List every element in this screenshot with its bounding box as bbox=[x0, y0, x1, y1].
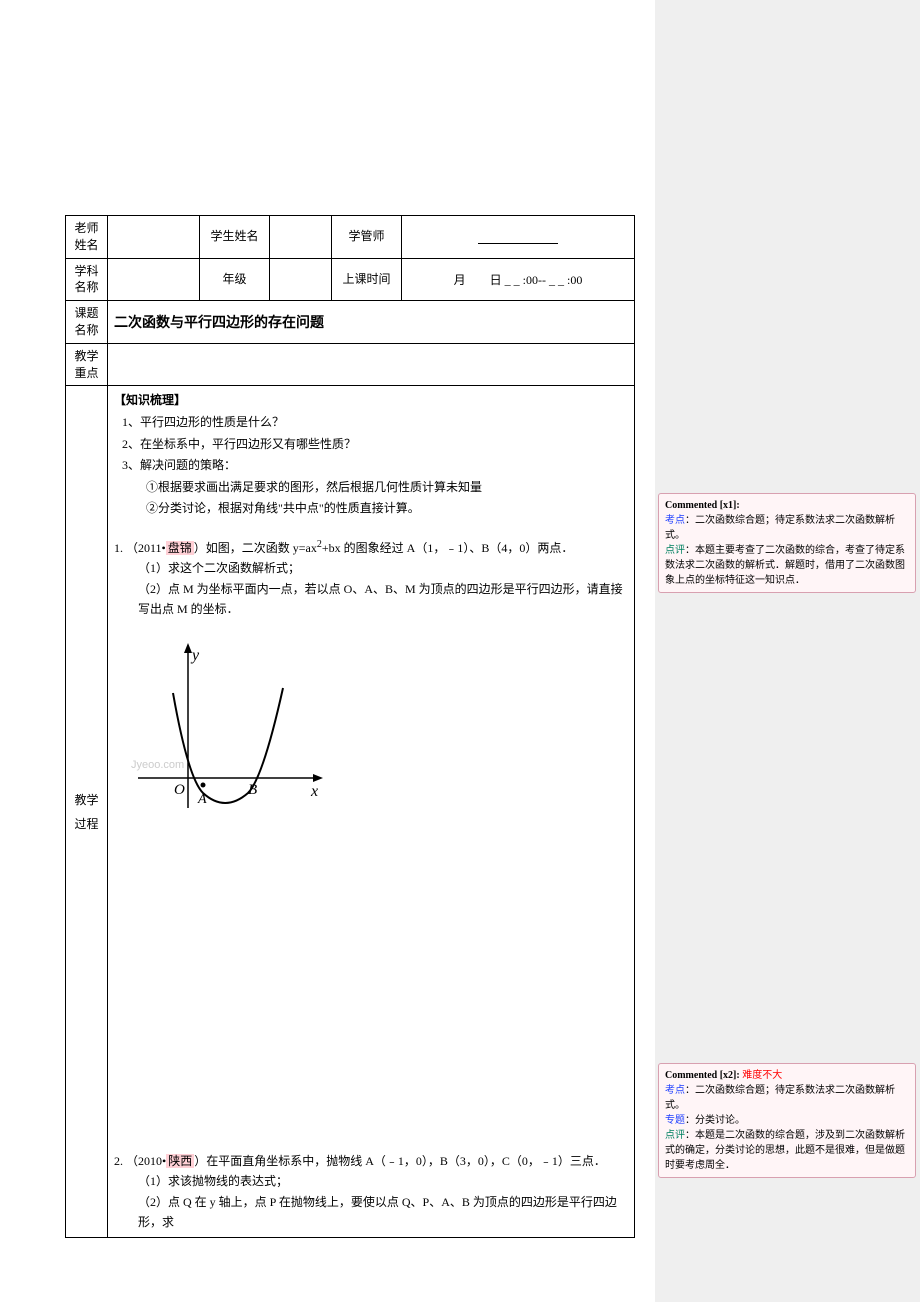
header-row-1: 老师姓名 学生姓名 学管师 bbox=[66, 216, 635, 259]
comment-1-body: 考点：二次函数综合题；待定系数法求二次函数解析式。 点评：本题主要考查了二次函数… bbox=[665, 513, 909, 588]
problem-2-stem: 2. （2010•陕西）在平面直角坐标系中，抛物线 A（﹣1，0），B（3，0）… bbox=[114, 1151, 628, 1171]
manager-value bbox=[402, 216, 635, 259]
spacer bbox=[114, 855, 628, 1135]
problem-2-source-prefix: （2010• bbox=[126, 1154, 166, 1168]
comment-2-zt-label: 专题 bbox=[665, 1115, 685, 1126]
comment-1-dp-text: ：本题主要考查了二次函数的综合，考查了待定系数法求二次函数的解析式．解题时，借用… bbox=[665, 545, 905, 586]
comment-2-zt-text: ：分类讨论。 bbox=[685, 1115, 745, 1126]
graph-watermark: Jyeoo.com bbox=[131, 759, 184, 771]
graph-svg: y x O A B Jyeoo.com bbox=[128, 638, 328, 838]
comment-2-kd-label: 考点 bbox=[665, 1085, 685, 1096]
comment-1-kd-label: 考点 bbox=[665, 515, 685, 526]
student-name-value bbox=[270, 216, 332, 259]
focus-value bbox=[108, 343, 635, 386]
knowledge-list: 1、平行四边形的性质是什么？ 2、在坐标系中，平行四边形又有哪些性质？ 3、解决… bbox=[114, 412, 628, 520]
document-page: 老师姓名 学生姓名 学管师 学科名称 年级 上课时间 月 日 _ _ :00--… bbox=[0, 0, 655, 1302]
topic-value: 二次函数与平行四边形的存在问题 bbox=[108, 301, 635, 344]
problem-2: 2. （2010•陕西）在平面直角坐标系中，抛物线 A（﹣1，0），B（3，0）… bbox=[114, 1151, 628, 1233]
x-axis-label: x bbox=[310, 783, 318, 800]
content-cell: 【知识梳理】 1、平行四边形的性质是什么？ 2、在坐标系中，平行四边形又有哪些性… bbox=[108, 386, 635, 1237]
problem-1-stem: 1. （2011•盘锦）如图，二次函数 y=ax2+bx 的图象经过 A（1，﹣… bbox=[114, 536, 628, 558]
lesson-plan-table: 老师姓名 学生姓名 学管师 学科名称 年级 上课时间 月 日 _ _ :00--… bbox=[65, 215, 635, 1238]
problem-2-part2: （2）点 Q 在 y 轴上，点 P 在抛物线上，要使以点 Q、P、A、B 为顶点… bbox=[114, 1192, 628, 1233]
problem-1-part1: （1）求这个二次函数解析式； bbox=[114, 558, 628, 578]
comments-sidebar: Commented [x1]: 考点：二次函数综合题；待定系数法求二次函数解析式… bbox=[655, 0, 920, 1302]
comment-2-kd-text: ：二次函数综合题；待定系数法求二次函数解析式。 bbox=[665, 1085, 895, 1111]
knowledge-item-3b: ②分类讨论，根据对角线"共中点"的性质直接计算。 bbox=[122, 498, 628, 520]
comment-2: Commented [x2]: 难度不大 考点：二次函数综合题；待定系数法求二次… bbox=[658, 1063, 916, 1178]
topic-label: 课题名称 bbox=[66, 301, 108, 344]
teacher-name-label: 老师姓名 bbox=[66, 216, 108, 259]
problem-1-part2: （2）点 M 为坐标平面内一点，若以点 O、A、B、M 为顶点的四边形是平行四边… bbox=[114, 579, 628, 620]
origin-label: O bbox=[174, 782, 185, 798]
y-axis-arrow bbox=[184, 643, 192, 653]
problem-2-num: 2. bbox=[114, 1154, 123, 1168]
class-time-label: 上课时间 bbox=[332, 258, 402, 301]
y-axis-label: y bbox=[190, 647, 200, 664]
student-name-label: 学生姓名 bbox=[200, 216, 270, 259]
focus-label: 教学重点 bbox=[66, 343, 108, 386]
comment-1-dp-label: 点评 bbox=[665, 545, 685, 556]
grade-value bbox=[270, 258, 332, 301]
teacher-name-value bbox=[108, 216, 200, 259]
comment-1-kd-text: ：二次函数综合题；待定系数法求二次函数解析式。 bbox=[665, 515, 895, 541]
knowledge-item-3: 3、解决问题的策略： bbox=[122, 455, 628, 477]
problem-2-source-suffix: ）在平面直角坐标系中，抛物线 A（﹣1，0），B（3，0），C（0，﹣1）三点． bbox=[194, 1154, 606, 1168]
problem-1-source-suffix: ）如图，二次函数 y=ax bbox=[194, 541, 317, 555]
knowledge-title: 【知识梳理】 bbox=[114, 390, 628, 412]
grade-label: 年级 bbox=[200, 258, 270, 301]
problem-1-rest: +bx 的图象经过 A（1，﹣1）、B（4，0）两点． bbox=[322, 541, 573, 555]
knowledge-item-2: 2、在坐标系中，平行四边形又有哪些性质？ bbox=[122, 434, 628, 456]
comment-2-header-line: Commented [x2]: 难度不大 bbox=[665, 1068, 909, 1083]
point-a-label: A bbox=[197, 792, 207, 807]
process-label-text: 教学过程 bbox=[72, 788, 101, 836]
comment-2-note: 难度不大 bbox=[742, 1070, 782, 1081]
problem-1-source-prefix: （2011• bbox=[126, 541, 166, 555]
comment-2-header: Commented [x2]: bbox=[665, 1070, 742, 1081]
knowledge-item-1: 1、平行四边形的性质是什么？ bbox=[122, 412, 628, 434]
problem-1-location: 盘锦 bbox=[166, 541, 194, 555]
process-label: 教学过程 bbox=[66, 386, 108, 1237]
subject-value bbox=[108, 258, 200, 301]
comment-1-header: Commented [x1]: bbox=[665, 498, 909, 513]
subject-label: 学科名称 bbox=[66, 258, 108, 301]
focus-row: 教学重点 bbox=[66, 343, 635, 386]
problem-1-num: 1. bbox=[114, 541, 123, 555]
class-time-value: 月 日 _ _ :00-- _ _ :00 bbox=[402, 258, 635, 301]
point-a-dot bbox=[201, 782, 206, 787]
manager-label: 学管师 bbox=[332, 216, 402, 259]
comment-1: Commented [x1]: 考点：二次函数综合题；待定系数法求二次函数解析式… bbox=[658, 493, 916, 593]
problem-2-part1: （1）求该抛物线的表达式； bbox=[114, 1171, 628, 1191]
parabola-curve bbox=[173, 688, 283, 803]
knowledge-item-3a: ①根据要求画出满足要求的图形，然后根据几何性质计算未知量 bbox=[122, 477, 628, 499]
problem-1: 1. （2011•盘锦）如图，二次函数 y=ax2+bx 的图象经过 A（1，﹣… bbox=[114, 536, 628, 620]
point-b-label: B bbox=[248, 782, 257, 798]
knowledge-section: 【知识梳理】 1、平行四边形的性质是什么？ 2、在坐标系中，平行四边形又有哪些性… bbox=[114, 390, 628, 520]
comment-2-dp-label: 点评 bbox=[665, 1130, 685, 1141]
x-axis-arrow bbox=[313, 774, 323, 782]
header-row-2: 学科名称 年级 上课时间 月 日 _ _ :00-- _ _ :00 bbox=[66, 258, 635, 301]
parabola-graph: y x O A B Jyeoo.com bbox=[128, 638, 628, 846]
topic-row: 课题名称 二次函数与平行四边形的存在问题 bbox=[66, 301, 635, 344]
problem-2-location: 陕西 bbox=[166, 1154, 194, 1168]
manager-underline bbox=[478, 230, 558, 244]
process-row: 教学过程 【知识梳理】 1、平行四边形的性质是什么？ 2、在坐标系中，平行四边形… bbox=[66, 386, 635, 1237]
comment-2-body: 考点：二次函数综合题；待定系数法求二次函数解析式。 专题：分类讨论。 点评：本题… bbox=[665, 1083, 909, 1173]
comment-2-dp-text: ：本题是二次函数的综合题，涉及到二次函数解析式的确定，分类讨论的思想，此题不是很… bbox=[665, 1130, 905, 1171]
